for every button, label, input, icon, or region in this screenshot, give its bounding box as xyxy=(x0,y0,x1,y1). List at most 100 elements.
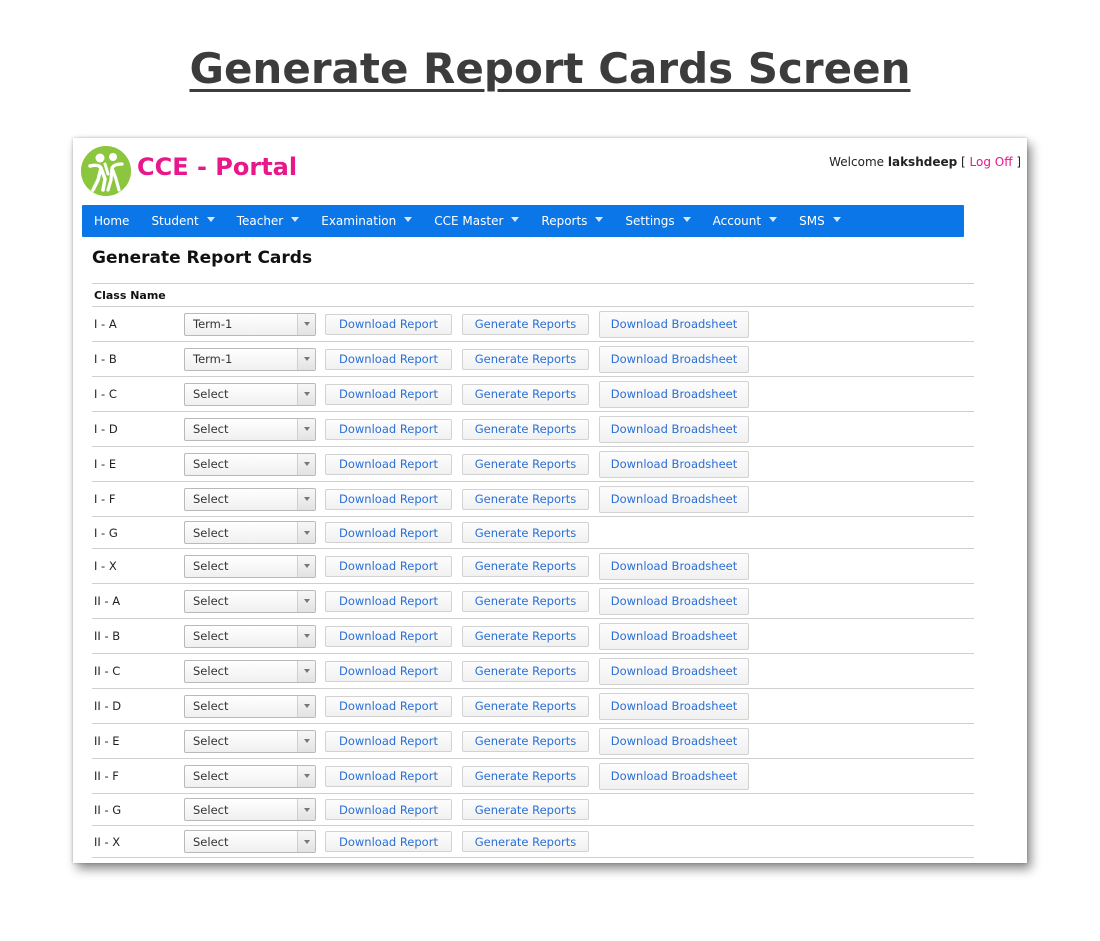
nav-item-label: Settings xyxy=(625,214,675,228)
dropdown-arrow-icon[interactable] xyxy=(297,348,315,370)
dropdown-arrow-icon[interactable] xyxy=(297,625,315,647)
nav-item-examination[interactable]: Examination xyxy=(309,214,413,228)
term-select[interactable]: Select xyxy=(184,798,316,821)
dropdown-arrow-icon[interactable] xyxy=(297,730,315,752)
generate-reports-button[interactable]: Generate Reports xyxy=(462,730,589,752)
download-broadsheet-button[interactable]: Download Broadsheet xyxy=(599,552,749,580)
term-select[interactable]: Select xyxy=(184,624,316,648)
dropdown-arrow-icon[interactable] xyxy=(297,453,315,475)
download-report-button[interactable]: Download Report xyxy=(325,348,452,370)
download-report-button[interactable]: Download Report xyxy=(325,313,452,335)
download-report-button[interactable]: Download Report xyxy=(325,522,452,543)
generate-reports-button[interactable]: Generate Reports xyxy=(462,660,589,682)
term-select[interactable]: Select xyxy=(184,521,316,544)
logoff-link[interactable]: Log Off xyxy=(970,155,1013,169)
class-name-cell: II - F xyxy=(94,769,119,783)
term-select-value: Select xyxy=(193,834,229,849)
term-select[interactable]: Select xyxy=(184,487,316,511)
download-report-button[interactable]: Download Report xyxy=(325,625,452,647)
generate-reports-button[interactable]: Generate Reports xyxy=(462,383,589,405)
generate-reports-button[interactable]: Generate Reports xyxy=(462,625,589,647)
dropdown-arrow-icon[interactable] xyxy=(297,313,315,335)
nav-item-reports[interactable]: Reports xyxy=(529,214,604,228)
term-select-value: Select xyxy=(193,664,229,678)
term-select[interactable]: Select xyxy=(184,554,316,578)
nav-item-teacher[interactable]: Teacher xyxy=(225,214,300,228)
dropdown-arrow-icon[interactable] xyxy=(297,695,315,717)
generate-reports-button[interactable]: Generate Reports xyxy=(462,313,589,335)
download-broadsheet-button[interactable]: Download Broadsheet xyxy=(599,762,749,790)
table-body: I - A Term-1 Download Report Generate Repor… xyxy=(92,307,974,858)
download-broadsheet-button[interactable]: Download Broadsheet xyxy=(599,485,749,513)
download-broadsheet-button[interactable]: Download Broadsheet xyxy=(599,727,749,755)
generate-reports-button[interactable]: Generate Reports xyxy=(462,522,589,543)
term-select[interactable]: Term-1 xyxy=(184,312,316,336)
download-broadsheet-button[interactable]: Download Broadsheet xyxy=(599,310,749,338)
caret-down-icon xyxy=(291,216,300,222)
download-report-button[interactable]: Download Report xyxy=(325,590,452,612)
term-select[interactable]: Select xyxy=(184,382,316,406)
nav-item-student[interactable]: Student xyxy=(139,214,215,228)
download-broadsheet-button[interactable]: Download Broadsheet xyxy=(599,380,749,408)
generate-reports-button[interactable]: Generate Reports xyxy=(462,418,589,440)
generate-reports-button[interactable]: Generate Reports xyxy=(462,453,589,475)
dropdown-arrow-icon[interactable] xyxy=(297,418,315,440)
generate-reports-button[interactable]: Generate Reports xyxy=(462,488,589,510)
download-broadsheet-button[interactable]: Download Broadsheet xyxy=(599,622,749,650)
class-name-cell: II - D xyxy=(94,699,122,713)
nav-item-label: Teacher xyxy=(236,214,284,228)
dropdown-arrow-icon[interactable] xyxy=(297,831,315,852)
caret-down-icon xyxy=(206,216,215,222)
dropdown-arrow-icon[interactable] xyxy=(297,488,315,510)
term-select[interactable]: Select xyxy=(184,729,316,753)
download-report-button[interactable]: Download Report xyxy=(325,488,452,510)
dropdown-arrow-icon[interactable] xyxy=(297,590,315,612)
dropdown-arrow-icon[interactable] xyxy=(297,383,315,405)
download-report-button[interactable]: Download Report xyxy=(325,453,452,475)
download-report-button[interactable]: Download Report xyxy=(325,418,452,440)
table-row: I - G Select Download Report Generate Repor… xyxy=(92,517,974,549)
dropdown-arrow-icon[interactable] xyxy=(297,660,315,682)
download-report-button[interactable]: Download Report xyxy=(325,831,452,852)
generate-reports-button[interactable]: Generate Reports xyxy=(462,555,589,577)
download-broadsheet-button[interactable]: Download Broadsheet xyxy=(599,415,749,443)
generate-reports-button[interactable]: Generate Reports xyxy=(462,799,589,820)
dropdown-arrow-icon[interactable] xyxy=(297,522,315,543)
generate-reports-button[interactable]: Generate Reports xyxy=(462,831,589,852)
download-report-button[interactable]: Download Report xyxy=(325,765,452,787)
term-select[interactable]: Select xyxy=(184,452,316,476)
generate-reports-button[interactable]: Generate Reports xyxy=(462,765,589,787)
table-row: I - E Select Download Report Generate Repor… xyxy=(92,447,974,482)
download-broadsheet-button[interactable]: Download Broadsheet xyxy=(599,345,749,373)
download-report-button[interactable]: Download Report xyxy=(325,799,452,820)
download-broadsheet-button[interactable]: Download Broadsheet xyxy=(599,450,749,478)
download-report-button[interactable]: Download Report xyxy=(325,730,452,752)
generate-reports-button[interactable]: Generate Reports xyxy=(462,590,589,612)
nav-item-settings[interactable]: Settings xyxy=(613,214,691,228)
download-report-button[interactable]: Download Report xyxy=(325,660,452,682)
download-broadsheet-button[interactable]: Download Broadsheet xyxy=(599,657,749,685)
generate-reports-button[interactable]: Generate Reports xyxy=(462,348,589,370)
generate-reports-button[interactable]: Generate Reports xyxy=(462,695,589,717)
nav-item-cce-master[interactable]: CCE Master xyxy=(422,214,520,228)
download-broadsheet-button[interactable]: Download Broadsheet xyxy=(599,692,749,720)
dropdown-arrow-icon[interactable] xyxy=(297,555,315,577)
dropdown-arrow-icon[interactable] xyxy=(297,765,315,787)
term-select[interactable]: Select xyxy=(184,830,316,853)
term-select[interactable]: Term-1 xyxy=(184,347,316,371)
term-select[interactable]: Select xyxy=(184,694,316,718)
nav-item-sms[interactable]: SMS xyxy=(787,214,841,228)
term-select[interactable]: Select xyxy=(184,764,316,788)
download-report-button[interactable]: Download Report xyxy=(325,555,452,577)
download-report-button[interactable]: Download Report xyxy=(325,695,452,717)
term-select[interactable]: Select xyxy=(184,417,316,441)
dropdown-arrow-icon[interactable] xyxy=(297,799,315,820)
term-select[interactable]: Select xyxy=(184,659,316,683)
download-report-button[interactable]: Download Report xyxy=(325,383,452,405)
nav-item-account[interactable]: Account xyxy=(701,214,778,228)
term-select[interactable]: Select xyxy=(184,589,316,613)
download-broadsheet-button[interactable]: Download Broadsheet xyxy=(599,587,749,615)
class-name-cell: II - B xyxy=(94,629,121,643)
nav-item-home[interactable]: Home xyxy=(82,214,129,228)
table-row: II - B Select Download Report Generate Repo… xyxy=(92,619,974,654)
